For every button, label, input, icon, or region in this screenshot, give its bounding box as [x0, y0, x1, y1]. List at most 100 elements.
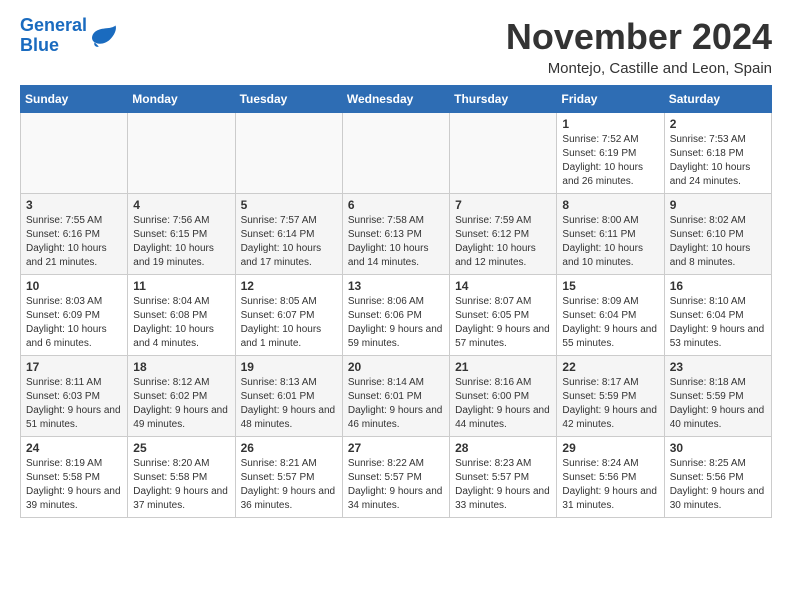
page-header: General Blue November 2024 Montejo, Cast… — [20, 16, 772, 77]
day-number: 13 — [348, 279, 444, 293]
day-info: Sunrise: 8:02 AM Sunset: 6:10 PM Dayligh… — [670, 214, 766, 270]
calendar-cell: 7Sunrise: 7:59 AM Sunset: 6:12 PM Daylig… — [450, 194, 557, 275]
day-info: Sunrise: 8:13 AM Sunset: 6:01 PM Dayligh… — [241, 376, 337, 432]
day-info: Sunrise: 8:19 AM Sunset: 5:58 PM Dayligh… — [26, 457, 122, 513]
logo-bird-icon — [89, 24, 117, 48]
calendar-cell: 5 Sunrise: 7:57 AM Sunset: 6:14 PM Daylig… — [235, 194, 342, 275]
day-info: Sunrise: 8:14 AM Sunset: 6:01 PM Dayligh… — [348, 376, 444, 432]
day-info: Sunrise: 8:20 AM Sunset: 5:58 PM Dayligh… — [133, 457, 229, 513]
day-number: 6 — [348, 198, 444, 212]
day-number: 15 — [562, 279, 658, 293]
calendar-cell: 3 Sunrise: 7:55 AM Sunset: 6:16 PM Daylig… — [21, 194, 128, 275]
weekday-header-row: SundayMondayTuesdayWednesdayThursdayFrid… — [21, 86, 772, 113]
calendar-cell: 8 Sunrise: 8:00 AM Sunset: 6:11 PM Daylig… — [557, 194, 664, 275]
calendar-week-row: 1 Sunrise: 7:52 AM Sunset: 6:19 PM Daylig… — [21, 113, 772, 194]
weekday-header-sunday: Sunday — [21, 86, 128, 113]
calendar-cell: 4 Sunrise: 7:56 AM Sunset: 6:15 PM Daylig… — [128, 194, 235, 275]
calendar-week-row: 24Sunrise: 8:19 AM Sunset: 5:58 PM Dayli… — [21, 437, 772, 518]
day-number: 28 — [455, 441, 551, 455]
calendar-cell: 19 Sunrise: 8:13 AM Sunset: 6:01 PM Dayli… — [235, 356, 342, 437]
day-number: 19 — [241, 360, 337, 374]
day-info: Sunrise: 8:23 AM Sunset: 5:57 PM Dayligh… — [455, 457, 551, 513]
day-info: Sunrise: 8:21 AM Sunset: 5:57 PM Dayligh… — [241, 457, 337, 513]
calendar-week-row: 10Sunrise: 8:03 AM Sunset: 6:09 PM Dayli… — [21, 275, 772, 356]
calendar-cell: 15 Sunrise: 8:09 AM Sunset: 6:04 PM Dayli… — [557, 275, 664, 356]
calendar-week-row: 3 Sunrise: 7:55 AM Sunset: 6:16 PM Daylig… — [21, 194, 772, 275]
day-info: Sunrise: 8:16 AM Sunset: 6:00 PM Dayligh… — [455, 376, 551, 432]
day-number: 27 — [348, 441, 444, 455]
day-number: 8 — [562, 198, 658, 212]
day-number: 16 — [670, 279, 766, 293]
day-number: 30 — [670, 441, 766, 455]
day-number: 22 — [562, 360, 658, 374]
day-info: Sunrise: 7:56 AM Sunset: 6:15 PM Dayligh… — [133, 214, 229, 270]
day-number: 25 — [133, 441, 229, 455]
day-number: 18 — [133, 360, 229, 374]
day-info: Sunrise: 8:07 AM Sunset: 6:05 PM Dayligh… — [455, 295, 551, 351]
calendar-cell: 2Sunrise: 7:53 AM Sunset: 6:18 PM Daylig… — [664, 113, 771, 194]
calendar-cell: 16 Sunrise: 8:10 AM Sunset: 6:04 PM Dayli… — [664, 275, 771, 356]
calendar-table: SundayMondayTuesdayWednesdayThursdayFrid… — [20, 85, 772, 518]
day-number: 21 — [455, 360, 551, 374]
day-number: 3 — [26, 198, 122, 212]
day-number: 7 — [455, 198, 551, 212]
calendar-cell: 29Sunrise: 8:24 AM Sunset: 5:56 PM Dayli… — [557, 437, 664, 518]
calendar-cell — [128, 113, 235, 194]
calendar-cell: 23 Sunrise: 8:18 AM Sunset: 5:59 PM Dayli… — [664, 356, 771, 437]
logo-text: General Blue — [20, 16, 87, 56]
day-number: 1 — [562, 117, 658, 131]
day-info: Sunrise: 7:57 AM Sunset: 6:14 PM Dayligh… — [241, 214, 337, 270]
calendar-cell: 17 Sunrise: 8:11 AM Sunset: 6:03 PM Dayli… — [21, 356, 128, 437]
calendar-cell: 30 Sunrise: 8:25 AM Sunset: 5:56 PM Dayli… — [664, 437, 771, 518]
calendar-cell: 9 Sunrise: 8:02 AM Sunset: 6:10 PM Daylig… — [664, 194, 771, 275]
day-info: Sunrise: 8:11 AM Sunset: 6:03 PM Dayligh… — [26, 376, 122, 432]
day-number: 12 — [241, 279, 337, 293]
calendar-cell: 24Sunrise: 8:19 AM Sunset: 5:58 PM Dayli… — [21, 437, 128, 518]
calendar-cell: 26 Sunrise: 8:21 AM Sunset: 5:57 PM Dayli… — [235, 437, 342, 518]
day-number: 11 — [133, 279, 229, 293]
day-number: 20 — [348, 360, 444, 374]
day-info: Sunrise: 8:09 AM Sunset: 6:04 PM Dayligh… — [562, 295, 658, 351]
calendar-title: November 2024 — [506, 16, 772, 58]
day-info: Sunrise: 8:00 AM Sunset: 6:11 PM Dayligh… — [562, 214, 658, 270]
day-number: 14 — [455, 279, 551, 293]
day-number: 23 — [670, 360, 766, 374]
day-number: 2 — [670, 117, 766, 131]
calendar-cell: 14 Sunrise: 8:07 AM Sunset: 6:05 PM Dayli… — [450, 275, 557, 356]
logo-blue: Blue — [20, 35, 59, 55]
calendar-cell: 21 Sunrise: 8:16 AM Sunset: 6:00 PM Dayli… — [450, 356, 557, 437]
calendar-cell — [21, 113, 128, 194]
day-info: Sunrise: 8:06 AM Sunset: 6:06 PM Dayligh… — [348, 295, 444, 351]
calendar-cell: 1 Sunrise: 7:52 AM Sunset: 6:19 PM Daylig… — [557, 113, 664, 194]
logo: General Blue — [20, 16, 117, 56]
weekday-header-thursday: Thursday — [450, 86, 557, 113]
day-info: Sunrise: 8:18 AM Sunset: 5:59 PM Dayligh… — [670, 376, 766, 432]
calendar-cell: 18 Sunrise: 8:12 AM Sunset: 6:02 PM Dayli… — [128, 356, 235, 437]
title-block: November 2024 Montejo, Castille and Leon… — [506, 16, 772, 77]
day-info: Sunrise: 8:22 AM Sunset: 5:57 PM Dayligh… — [348, 457, 444, 513]
calendar-cell: 22Sunrise: 8:17 AM Sunset: 5:59 PM Dayli… — [557, 356, 664, 437]
day-number: 9 — [670, 198, 766, 212]
calendar-cell — [450, 113, 557, 194]
day-number: 5 — [241, 198, 337, 212]
calendar-cell — [235, 113, 342, 194]
logo-general: General — [20, 15, 87, 35]
calendar-cell: 28 Sunrise: 8:23 AM Sunset: 5:57 PM Dayli… — [450, 437, 557, 518]
calendar-cell: 27 Sunrise: 8:22 AM Sunset: 5:57 PM Dayli… — [342, 437, 449, 518]
calendar-cell: 20 Sunrise: 8:14 AM Sunset: 6:01 PM Dayli… — [342, 356, 449, 437]
day-number: 17 — [26, 360, 122, 374]
day-info: Sunrise: 8:12 AM Sunset: 6:02 PM Dayligh… — [133, 376, 229, 432]
calendar-cell — [342, 113, 449, 194]
day-info: Sunrise: 7:55 AM Sunset: 6:16 PM Dayligh… — [26, 214, 122, 270]
weekday-header-saturday: Saturday — [664, 86, 771, 113]
day-info: Sunrise: 8:05 AM Sunset: 6:07 PM Dayligh… — [241, 295, 337, 351]
day-info: Sunrise: 8:10 AM Sunset: 6:04 PM Dayligh… — [670, 295, 766, 351]
day-number: 26 — [241, 441, 337, 455]
day-number: 4 — [133, 198, 229, 212]
day-info: Sunrise: 8:04 AM Sunset: 6:08 PM Dayligh… — [133, 295, 229, 351]
calendar-cell: 25 Sunrise: 8:20 AM Sunset: 5:58 PM Dayli… — [128, 437, 235, 518]
day-info: Sunrise: 7:52 AM Sunset: 6:19 PM Dayligh… — [562, 133, 658, 189]
calendar-cell: 11 Sunrise: 8:04 AM Sunset: 6:08 PM Dayli… — [128, 275, 235, 356]
calendar-cell: 6Sunrise: 7:58 AM Sunset: 6:13 PM Daylig… — [342, 194, 449, 275]
day-info: Sunrise: 8:25 AM Sunset: 5:56 PM Dayligh… — [670, 457, 766, 513]
